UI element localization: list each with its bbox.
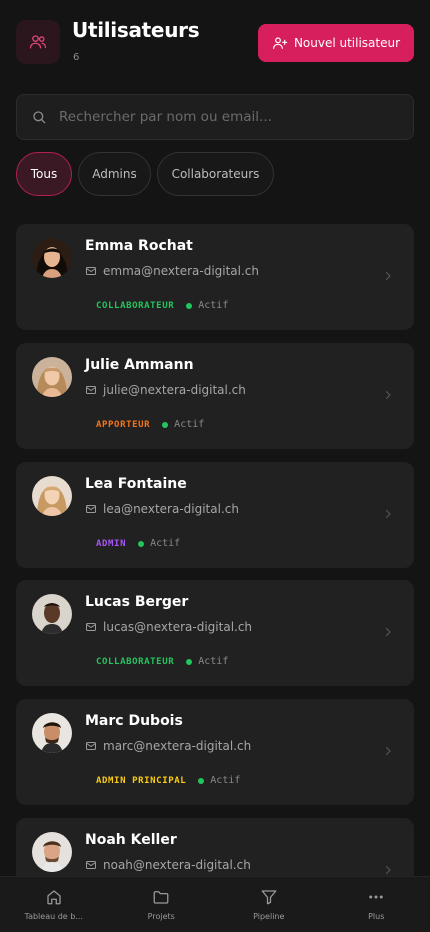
chevron-right-icon xyxy=(386,510,391,518)
chevron-right-icon xyxy=(386,272,391,280)
role-badge: ADMIN PRINCIPAL xyxy=(96,775,187,786)
user-email: emma@nextera-digital.ch xyxy=(85,264,259,278)
role-badge: APPORTEUR xyxy=(96,419,151,430)
nav-label: Plus xyxy=(368,912,385,921)
user-badges: COLLABORATEUR Actif xyxy=(96,300,228,311)
status-text: Actif xyxy=(210,775,241,786)
user-email: marc@nextera-digital.ch xyxy=(85,739,251,753)
avatar xyxy=(32,713,72,753)
status-text: Actif xyxy=(198,300,229,311)
avatar xyxy=(32,238,72,278)
role-badge: COLLABORATEUR xyxy=(96,656,175,667)
search-bar xyxy=(16,94,414,140)
mail-icon xyxy=(86,742,96,750)
user-card[interactable]: Julie Ammann julie@nextera-digital.ch AP… xyxy=(16,343,414,449)
user-card[interactable]: Marc Dubois marc@nextera-digital.ch ADMI… xyxy=(16,699,414,805)
filter-admins[interactable]: Admins xyxy=(78,152,151,196)
chevron-right-icon xyxy=(386,747,391,755)
avatar xyxy=(32,594,72,634)
status-dot xyxy=(138,540,145,547)
status-badge: Actif xyxy=(138,538,180,549)
add-user-icon xyxy=(273,37,288,49)
status-badge: Actif xyxy=(186,300,228,311)
status-badge: Actif xyxy=(186,656,228,667)
nav-item-dashboard[interactable]: Tableau de b... xyxy=(0,877,108,932)
user-badges: APPORTEUR Actif xyxy=(96,419,204,430)
status-dot xyxy=(186,302,193,309)
mail-icon xyxy=(86,861,96,869)
nav-item-plus[interactable]: Plus xyxy=(323,877,430,932)
user-email: julie@nextera-digital.ch xyxy=(85,383,246,397)
search-input[interactable] xyxy=(59,109,389,125)
user-email: lucas@nextera-digital.ch xyxy=(85,620,252,634)
new-user-label: Nouvel utilisateur xyxy=(293,36,401,50)
mail-icon xyxy=(86,623,96,631)
users-icon xyxy=(16,20,60,64)
user-card[interactable]: Emma Rochat emma@nextera-digital.ch COLL… xyxy=(16,224,414,330)
new-user-button[interactable]: Nouvel utilisateur xyxy=(258,24,414,62)
search-icon xyxy=(33,111,46,124)
nav-item-pipeline[interactable]: Pipeline xyxy=(215,877,323,932)
mail-icon xyxy=(86,267,96,275)
page-header: Utilisateurs 6 Nouvel utilisateur xyxy=(16,18,414,70)
mail-icon xyxy=(86,386,96,394)
status-badge: Actif xyxy=(162,419,204,430)
more-icon xyxy=(369,895,383,899)
user-email-text: julie@nextera-digital.ch xyxy=(103,383,246,397)
user-email-text: lucas@nextera-digital.ch xyxy=(103,620,253,634)
nav-item-projets[interactable]: Projets xyxy=(108,877,216,932)
user-email: noah@nextera-digital.ch xyxy=(85,858,251,872)
user-email-text: emma@nextera-digital.ch xyxy=(103,264,260,278)
page-title: Utilisateurs xyxy=(72,18,200,42)
user-email: lea@nextera-digital.ch xyxy=(85,502,239,516)
folder-icon xyxy=(153,891,169,904)
filter-collaborateurs[interactable]: Collaborateurs xyxy=(157,152,274,196)
chevron-right-icon xyxy=(386,628,391,636)
status-dot xyxy=(162,421,169,428)
user-name: Marc Dubois xyxy=(85,713,183,729)
role-badge: COLLABORATEUR xyxy=(96,300,175,311)
bottom-nav: Tableau de b... Projets Pipeline Plus xyxy=(0,876,430,932)
role-badge: ADMIN xyxy=(96,538,127,549)
nav-label: Tableau de b... xyxy=(24,912,83,921)
nav-label: Projets xyxy=(147,912,175,921)
user-name: Lucas Berger xyxy=(85,594,189,610)
user-badges: ADMIN Actif xyxy=(96,538,180,549)
user-email-text: marc@nextera-digital.ch xyxy=(103,739,252,753)
nav-label: Pipeline xyxy=(253,912,285,921)
funnel-icon xyxy=(261,890,277,905)
user-email-text: lea@nextera-digital.ch xyxy=(103,502,239,516)
status-text: Actif xyxy=(174,419,205,430)
status-text: Actif xyxy=(198,656,229,667)
user-card[interactable]: Lucas Berger lucas@nextera-digital.ch CO… xyxy=(16,580,414,686)
home-icon xyxy=(47,890,61,905)
chevron-right-icon xyxy=(386,391,391,399)
user-badges: ADMIN PRINCIPAL Actif xyxy=(96,775,240,786)
chevron-right-icon xyxy=(386,866,391,874)
user-card[interactable]: Lea Fontaine lea@nextera-digital.ch ADMI… xyxy=(16,462,414,568)
mail-icon xyxy=(86,505,96,513)
user-email-text: noah@nextera-digital.ch xyxy=(103,858,251,872)
user-name: Emma Rochat xyxy=(85,238,193,254)
user-badges: COLLABORATEUR Actif xyxy=(96,656,228,667)
status-dot xyxy=(186,658,193,665)
avatar xyxy=(32,832,72,872)
filter-chips: Tous Admins Collaborateurs xyxy=(16,152,274,196)
user-name: Julie Ammann xyxy=(85,357,194,373)
avatar xyxy=(32,357,72,397)
user-name: Noah Keller xyxy=(85,832,177,848)
user-count: 6 xyxy=(73,52,80,63)
filter-tous[interactable]: Tous xyxy=(16,152,72,196)
user-name: Lea Fontaine xyxy=(85,476,187,492)
status-text: Actif xyxy=(150,538,181,549)
status-dot xyxy=(198,777,205,784)
status-badge: Actif xyxy=(198,775,240,786)
avatar xyxy=(32,476,72,516)
